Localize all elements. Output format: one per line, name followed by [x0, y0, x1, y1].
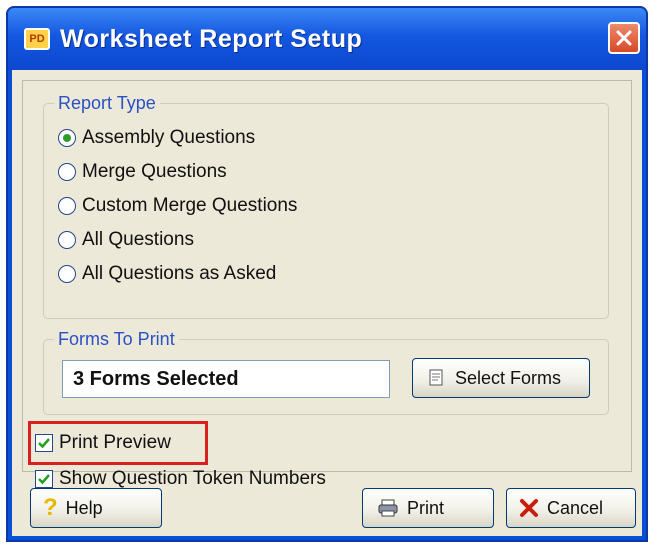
content-panel: Report Type Assembly Questions Merge Que… [22, 80, 632, 489]
radio-label: Assembly Questions [82, 127, 256, 148]
radio-all-questions[interactable]: All Questions [58, 226, 194, 254]
radio-button[interactable] [58, 197, 76, 215]
close-button[interactable] [608, 22, 640, 54]
radio-label: All Questions as Asked [82, 263, 277, 284]
radio-button[interactable] [58, 129, 76, 147]
radio-merge-questions[interactable]: Merge Questions [58, 158, 227, 186]
radio-label: Merge Questions [82, 161, 227, 182]
radio-assembly-questions[interactable]: Assembly Questions [58, 124, 255, 152]
close-icon [616, 30, 632, 46]
app-icon: PD [24, 28, 50, 50]
cancel-button[interactable]: Cancel [506, 488, 636, 528]
select-forms-button[interactable]: Select Forms [412, 358, 590, 398]
help-icon: ? [43, 494, 58, 521]
show-token-numbers-label: Show Question Token Numbers [59, 468, 326, 489]
printer-icon [378, 499, 398, 517]
forms-to-print-group: Forms To Print 3 Forms Selected Select F… [43, 329, 609, 415]
print-preview-highlight [28, 421, 208, 465]
radio-button[interactable] [58, 265, 76, 283]
forms-selected-field: 3 Forms Selected [62, 360, 390, 398]
help-label: Help [65, 497, 103, 518]
cancel-label: Cancel [547, 497, 604, 518]
radio-selected-dot [63, 134, 71, 142]
document-icon [429, 369, 443, 386]
radio-custom-merge-questions[interactable]: Custom Merge Questions [58, 192, 297, 220]
window-title: Worksheet Report Setup [60, 25, 363, 53]
checkbox[interactable] [35, 470, 53, 488]
radio-label: All Questions [82, 229, 194, 250]
radio-button[interactable] [58, 163, 76, 181]
report-type-group: Report Type Assembly Questions Merge Que… [43, 93, 609, 319]
dialog-client: Report Type Assembly Questions Merge Que… [12, 70, 642, 536]
title-bar[interactable]: PD Worksheet Report Setup [8, 8, 646, 70]
radio-label: Custom Merge Questions [82, 195, 298, 216]
print-button[interactable]: Print [362, 488, 494, 528]
radio-all-questions-as-asked[interactable]: All Questions as Asked [58, 260, 276, 288]
print-label: Print [407, 497, 445, 518]
select-forms-label: Select Forms [455, 367, 562, 388]
checkmark-icon [38, 474, 50, 485]
forms-to-print-legend: Forms To Print [54, 329, 179, 350]
report-type-legend: Report Type [54, 93, 160, 114]
dialog-window: PD Worksheet Report Setup Report Type As… [6, 6, 648, 542]
help-button[interactable]: ? Help [30, 488, 162, 528]
cancel-icon [520, 499, 538, 517]
radio-button[interactable] [58, 231, 76, 249]
